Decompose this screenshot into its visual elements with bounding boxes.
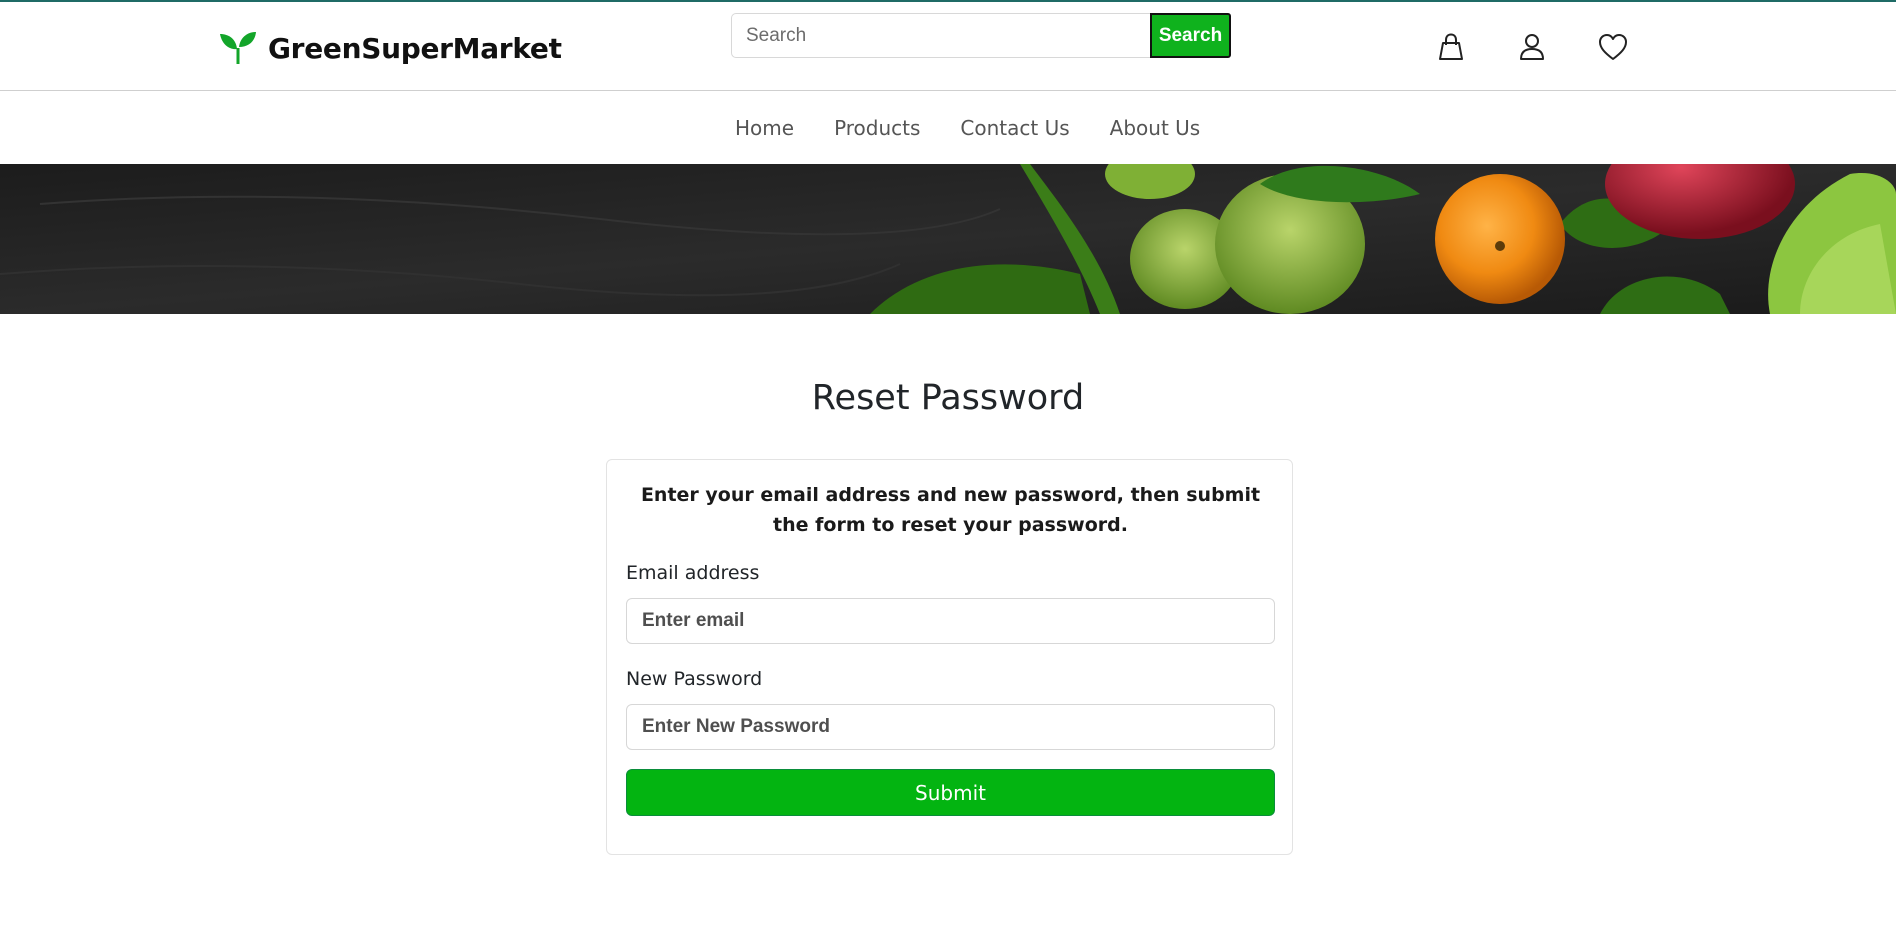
submit-button[interactable]: Submit (626, 769, 1275, 816)
nav-products[interactable]: Products (834, 116, 920, 140)
vegetables-banner-image (0, 164, 1896, 314)
leaf-logo-icon (220, 32, 256, 64)
shopping-bag-icon (1439, 33, 1463, 60)
new-password-label: New Password (626, 668, 763, 690)
search-bar: Search (731, 13, 1231, 58)
email-label: Email address (626, 562, 760, 584)
instructions-text: Enter your email address and new passwor… (640, 484, 1261, 536)
search-button[interactable]: Search (1150, 13, 1231, 58)
email-field[interactable] (626, 598, 1275, 644)
user-icon (1520, 34, 1544, 60)
reset-password-card: Enter your email address and new passwor… (606, 459, 1293, 855)
nav-contact-us[interactable]: Contact Us (960, 116, 1069, 140)
site-header: GreenSuperMarket Search (0, 2, 1896, 91)
nav-home[interactable]: Home (735, 116, 794, 140)
wishlist-button[interactable] (1596, 30, 1630, 64)
banner-illustration (0, 164, 1896, 314)
search-input[interactable] (731, 13, 1150, 58)
cart-button[interactable] (1434, 30, 1468, 64)
account-button[interactable] (1515, 30, 1549, 64)
page-title: Reset Password (811, 378, 1085, 418)
brand[interactable]: GreenSuperMarket (218, 28, 562, 68)
header-icons (1434, 30, 1630, 64)
new-password-field[interactable] (626, 704, 1275, 750)
nav-about-us[interactable]: About Us (1110, 116, 1201, 140)
heart-icon (1599, 34, 1627, 60)
brand-name: GreenSuperMarket (268, 31, 562, 65)
main-nav: Home Products Contact Us About Us (0, 92, 1896, 164)
